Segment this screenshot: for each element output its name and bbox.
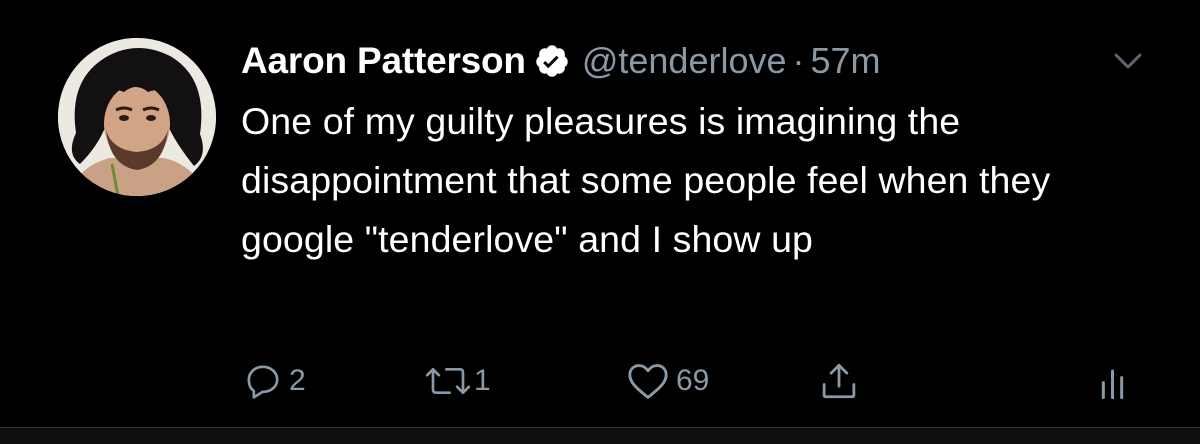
- chevron-down-icon[interactable]: [1110, 48, 1146, 74]
- separator-dot: ·: [792, 40, 805, 81]
- retweet-button[interactable]: 1: [424, 356, 491, 406]
- heart-icon: [626, 361, 670, 401]
- retweet-icon: [424, 361, 472, 401]
- tweet-content: Aaron Patterson @tenderlove · 57m One of…: [241, 36, 1141, 269]
- tweet-header: Aaron Patterson @tenderlove · 57m: [241, 36, 1141, 86]
- reply-count: 2: [289, 364, 306, 397]
- avatar[interactable]: [58, 38, 216, 196]
- analytics-icon: [1098, 361, 1132, 401]
- share-button[interactable]: [818, 356, 860, 406]
- avatar-image: [58, 38, 216, 196]
- share-icon: [818, 360, 860, 402]
- tweet-actions: 2 1 69: [0, 356, 1200, 406]
- verified-badge-icon: [534, 43, 570, 79]
- like-button[interactable]: 69: [626, 356, 709, 406]
- tweet-divider: [0, 427, 1200, 444]
- reply-icon: [243, 361, 283, 401]
- tweet-text: One of my guilty pleasures is imagining …: [241, 100, 1051, 260]
- analytics-button[interactable]: [1098, 356, 1132, 406]
- retweet-count: 1: [474, 364, 491, 397]
- tweet-card[interactable]: Aaron Patterson @tenderlove · 57m One of…: [0, 0, 1200, 444]
- author-handle[interactable]: @tenderlove: [582, 40, 787, 82]
- timestamp[interactable]: 57m: [811, 40, 881, 82]
- reply-button[interactable]: 2: [243, 356, 306, 406]
- like-count: 69: [676, 364, 710, 397]
- author-name[interactable]: Aaron Patterson: [241, 40, 526, 82]
